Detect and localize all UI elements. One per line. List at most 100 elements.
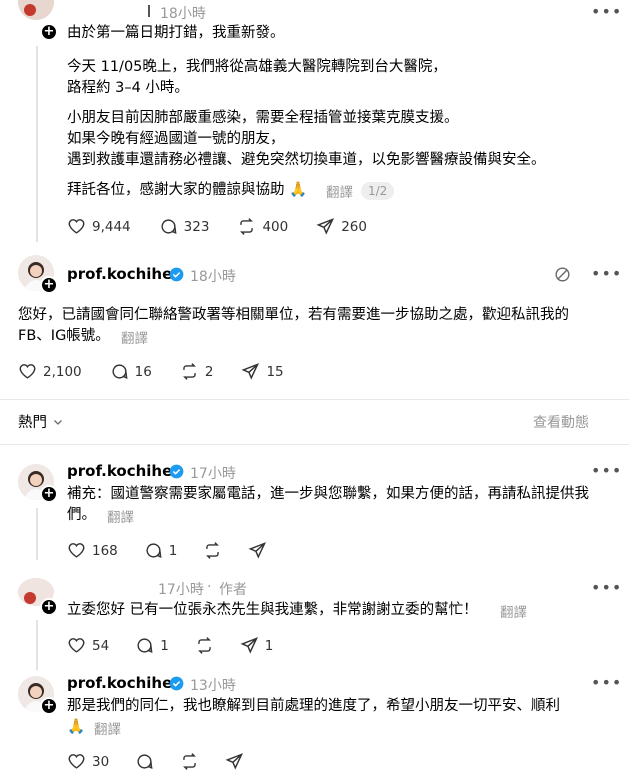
more-options-icon[interactable]: •••: [591, 461, 622, 480]
more-options-icon[interactable]: •••: [591, 673, 622, 692]
reply-username[interactable]: prof.kochihen: [67, 265, 183, 283]
chevron-down-icon: [54, 419, 62, 425]
reply-username[interactable]: prof.kochihen: [67, 674, 183, 692]
author-dot: ·: [207, 579, 212, 595]
repost-button[interactable]: [203, 541, 222, 560]
repost-icon: [183, 753, 197, 770]
send-icon: [248, 542, 267, 559]
reply-line: 補充：國道警察需要家屬電話，進一步與您聯繫，如果方便的話，再請私訊提供我: [67, 486, 589, 502]
follow-plus-icon[interactable]: +: [40, 485, 58, 503]
share-button[interactable]: [248, 541, 267, 560]
post-line: 路程約 3–4 小時。: [67, 80, 189, 96]
send-icon: [316, 218, 335, 235]
comment-icon: [137, 754, 153, 769]
share-count: 260: [341, 218, 367, 235]
comment-count: 1: [160, 637, 169, 654]
comment-count: 1: [168, 542, 178, 559]
verified-badge-icon: [169, 676, 184, 691]
follow-plus-icon[interactable]: +: [40, 598, 58, 616]
heart-icon: [19, 364, 36, 379]
thread-line: [36, 46, 38, 242]
section-divider: [0, 444, 629, 445]
follow-plus-icon[interactable]: +: [40, 276, 58, 294]
thread-line: [36, 620, 38, 670]
like-count: 2,100: [43, 363, 82, 380]
like-count: 9,444: [92, 218, 131, 235]
sort-dropdown[interactable]: 熱門: [18, 411, 64, 432]
comment-icon: [112, 364, 128, 379]
translate-link[interactable]: 翻譯: [121, 327, 148, 347]
post-actions: 9,444 323 400 260: [67, 217, 367, 236]
reply-actions: 2,100 16 2 15: [18, 362, 284, 381]
comment-count: 323: [183, 218, 210, 235]
share-count: 1: [264, 637, 274, 654]
follow-plus-icon[interactable]: +: [40, 23, 58, 41]
share-button[interactable]: [225, 752, 244, 771]
view-activity-link[interactable]: 查看動態: [533, 412, 589, 432]
comment-icon: [137, 638, 153, 653]
author-avatar[interactable]: [18, 0, 54, 20]
post-line: 拜託各位，感謝大家的體諒與協助 🙏: [67, 182, 308, 198]
like-button[interactable]: 54: [67, 636, 109, 655]
like-button[interactable]: 30: [67, 752, 109, 771]
translate-link[interactable]: 翻譯: [107, 506, 134, 526]
reply-time: 18小時: [190, 269, 236, 285]
like-count: 30: [92, 753, 110, 770]
more-options-icon[interactable]: •••: [591, 578, 622, 597]
heart-icon: [68, 638, 85, 653]
repost-count: 400: [262, 218, 289, 235]
translate-link[interactable]: 翻譯: [500, 601, 527, 621]
share-count: 15: [266, 363, 284, 380]
comment-count: 16: [134, 363, 152, 380]
like-button[interactable]: 2,100: [18, 362, 82, 381]
share-button[interactable]: 1: [240, 636, 274, 655]
verified-badge-icon: [169, 464, 184, 479]
repost-button[interactable]: [195, 636, 214, 655]
heart-icon: [68, 754, 85, 769]
share-button[interactable]: 260: [316, 217, 367, 236]
follow-plus-icon[interactable]: +: [40, 697, 58, 715]
send-icon: [225, 753, 244, 770]
reply-line: 那是我們的同仁，我也瞭解到目前處理的進度了，希望小朋友一切平安、順利: [67, 698, 560, 714]
more-options-icon[interactable]: •••: [591, 264, 622, 283]
comment-button[interactable]: 1: [144, 541, 178, 560]
translate-link[interactable]: 翻譯: [326, 181, 353, 201]
post-line: 如果今晚有經過國道一號的朋友，: [67, 131, 285, 147]
like-button[interactable]: 9,444: [67, 217, 131, 236]
repost-icon: [197, 637, 211, 654]
mute-icon[interactable]: [553, 265, 572, 284]
post-line: 遇到救護車還請務必禮讓、避免突然切換車道，以免影響醫療設備與安全。: [67, 152, 546, 168]
send-icon: [240, 637, 258, 654]
repost-icon: [206, 542, 220, 559]
repost-button[interactable]: 400: [237, 217, 288, 236]
repost-icon: [240, 218, 254, 235]
repost-button[interactable]: 2: [180, 362, 213, 381]
thread-line: [36, 508, 38, 560]
comment-button[interactable]: 323: [159, 217, 210, 236]
heart-icon: [68, 219, 85, 234]
reply-username[interactable]: prof.kochihen: [67, 462, 183, 480]
comment-button[interactable]: 1: [135, 636, 169, 655]
page-indicator-badge: 1/2: [361, 182, 395, 200]
reply-time: 13小時: [190, 678, 236, 694]
post-time: 18小時: [160, 6, 206, 22]
reply-actions: 168 1: [67, 541, 267, 560]
like-count: 54: [92, 637, 110, 654]
reply-actions: 54 1 1: [67, 636, 273, 655]
reply-time: 17小時: [190, 466, 236, 482]
sort-label: 熱門: [18, 415, 47, 431]
reply-time: 17小時: [158, 582, 204, 598]
reply-line: 立委您好 已有一位張永杰先生與我連繫，非常謝謝立委的幫忙！: [67, 602, 478, 618]
repost-icon: [182, 363, 196, 380]
heart-icon: [68, 543, 85, 558]
comment-button[interactable]: 16: [110, 362, 152, 381]
translate-link[interactable]: 翻譯: [94, 718, 121, 738]
post-line: 由於第一篇日期打錯，我重新發。: [67, 25, 285, 41]
post-line: 小朋友目前因肺部嚴重感染，需要全程插管並接葉克膜支援。: [67, 110, 459, 126]
more-options-icon[interactable]: •••: [591, 2, 622, 21]
like-button[interactable]: 168: [67, 541, 118, 560]
repost-button[interactable]: [180, 752, 199, 771]
share-button[interactable]: 15: [241, 362, 284, 381]
section-divider: [0, 399, 629, 400]
comment-button[interactable]: [135, 752, 154, 771]
